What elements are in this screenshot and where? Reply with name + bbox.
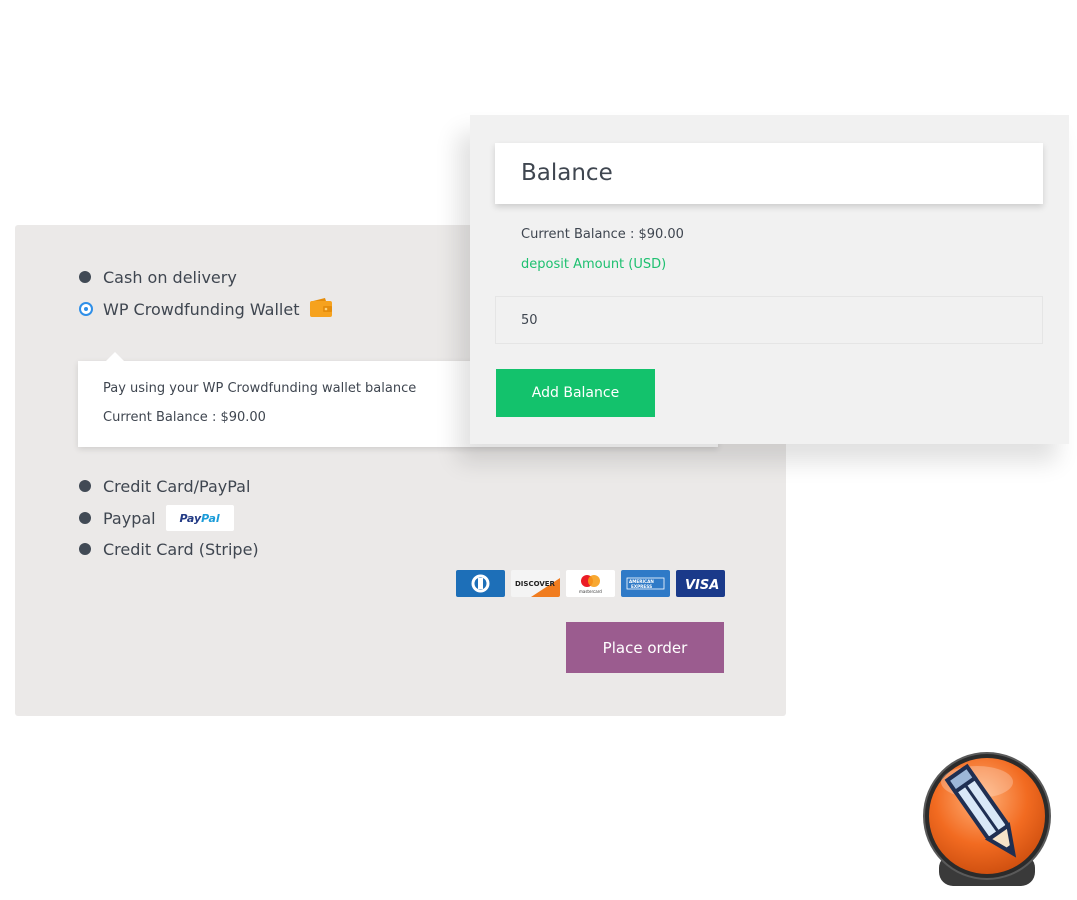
payment-method-label: Credit Card (Stripe) — [103, 539, 259, 559]
mastercard-icon: mastercard — [566, 570, 615, 597]
discover-icon: DISCOVER — [511, 570, 560, 597]
svg-text:VISA: VISA — [685, 578, 719, 593]
radio-unselected-icon[interactable] — [79, 543, 91, 555]
radio-unselected-icon[interactable] — [79, 271, 91, 283]
visa-icon: VISA — [676, 570, 725, 597]
svg-text:mastercard: mastercard — [579, 589, 602, 594]
payment-method-wp-crowdfunding-wallet[interactable]: WP Crowdfunding Wallet — [79, 297, 332, 321]
payment-method-paypal[interactable]: Paypal Pay Pal — [79, 505, 234, 531]
payment-method-credit-card-stripe[interactable]: Credit Card (Stripe) — [79, 537, 259, 561]
svg-text:DISCOVER: DISCOVER — [515, 580, 556, 588]
diners-club-icon — [456, 570, 505, 597]
payment-method-credit-card-paypal[interactable]: Credit Card/PayPal — [79, 474, 250, 498]
radio-selected-icon[interactable] — [79, 302, 93, 316]
payment-method-cash-on-delivery[interactable]: Cash on delivery — [79, 265, 237, 289]
current-balance-text: Current Balance : $90.00 — [521, 227, 684, 242]
wallet-balance-panel: Balance Current Balance : $90.00 deposit… — [470, 115, 1069, 444]
deposit-amount-label: deposit Amount (USD) — [521, 257, 667, 272]
paypal-logo-icon: Pay Pal — [165, 505, 234, 531]
radio-unselected-icon[interactable] — [79, 512, 91, 524]
amex-icon: AMERICAN EXPRESS — [621, 570, 670, 597]
payment-method-label: WP Crowdfunding Wallet — [103, 299, 300, 319]
payment-method-label: Credit Card/PayPal — [103, 476, 251, 496]
place-order-button[interactable]: Place order — [566, 622, 724, 673]
accepted-cards: DISCOVER mastercard AMERICAN EXPRESS VIS… — [456, 570, 725, 597]
wallet-icon — [309, 297, 332, 317]
radio-unselected-icon[interactable] — [79, 480, 91, 492]
wallet-tooltip-description: Pay using your WP Crowdfunding wallet ba… — [103, 381, 417, 396]
wallet-tooltip-balance: Current Balance : $90.00 — [103, 410, 266, 425]
payment-method-label: Cash on delivery — [103, 267, 237, 287]
balance-title: Balance — [521, 160, 613, 186]
pencil-app-icon — [915, 750, 1059, 890]
payment-method-label: Paypal — [103, 508, 156, 528]
svg-text:EXPRESS: EXPRESS — [631, 584, 652, 589]
deposit-amount-input[interactable] — [495, 296, 1043, 344]
add-balance-button[interactable]: Add Balance — [496, 369, 655, 417]
balance-header: Balance — [495, 143, 1043, 204]
